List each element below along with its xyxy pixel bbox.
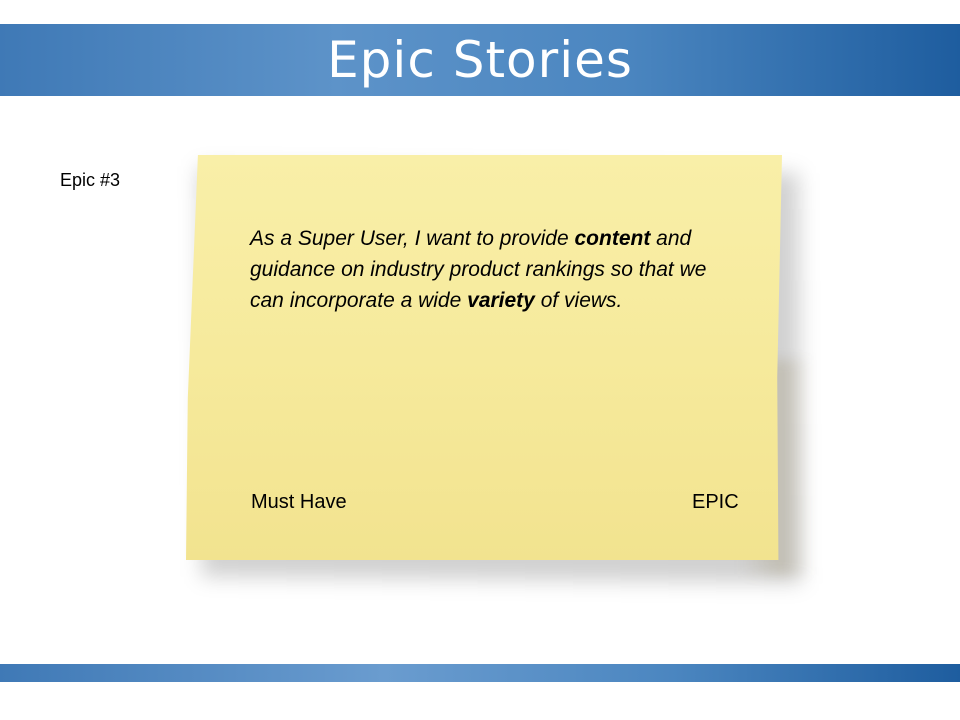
- epic-number-label: Epic #3: [60, 170, 121, 190]
- story-emphasis-content: content: [574, 227, 651, 250]
- footer-bar: [0, 664, 960, 682]
- story-text-part1: As a Super User, I want to provide: [250, 227, 575, 250]
- title-bar: Epic Stories: [0, 24, 960, 96]
- story-emphasis-variety: variety: [467, 289, 535, 312]
- story-type-label: EPIC: [692, 491, 739, 513]
- priority-label: Must Have: [251, 491, 347, 513]
- slide-title: Epic Stories: [327, 31, 633, 89]
- story-text-part3: of views.: [534, 289, 623, 312]
- story-text: As a Super User, I want to provide conte…: [250, 223, 720, 316]
